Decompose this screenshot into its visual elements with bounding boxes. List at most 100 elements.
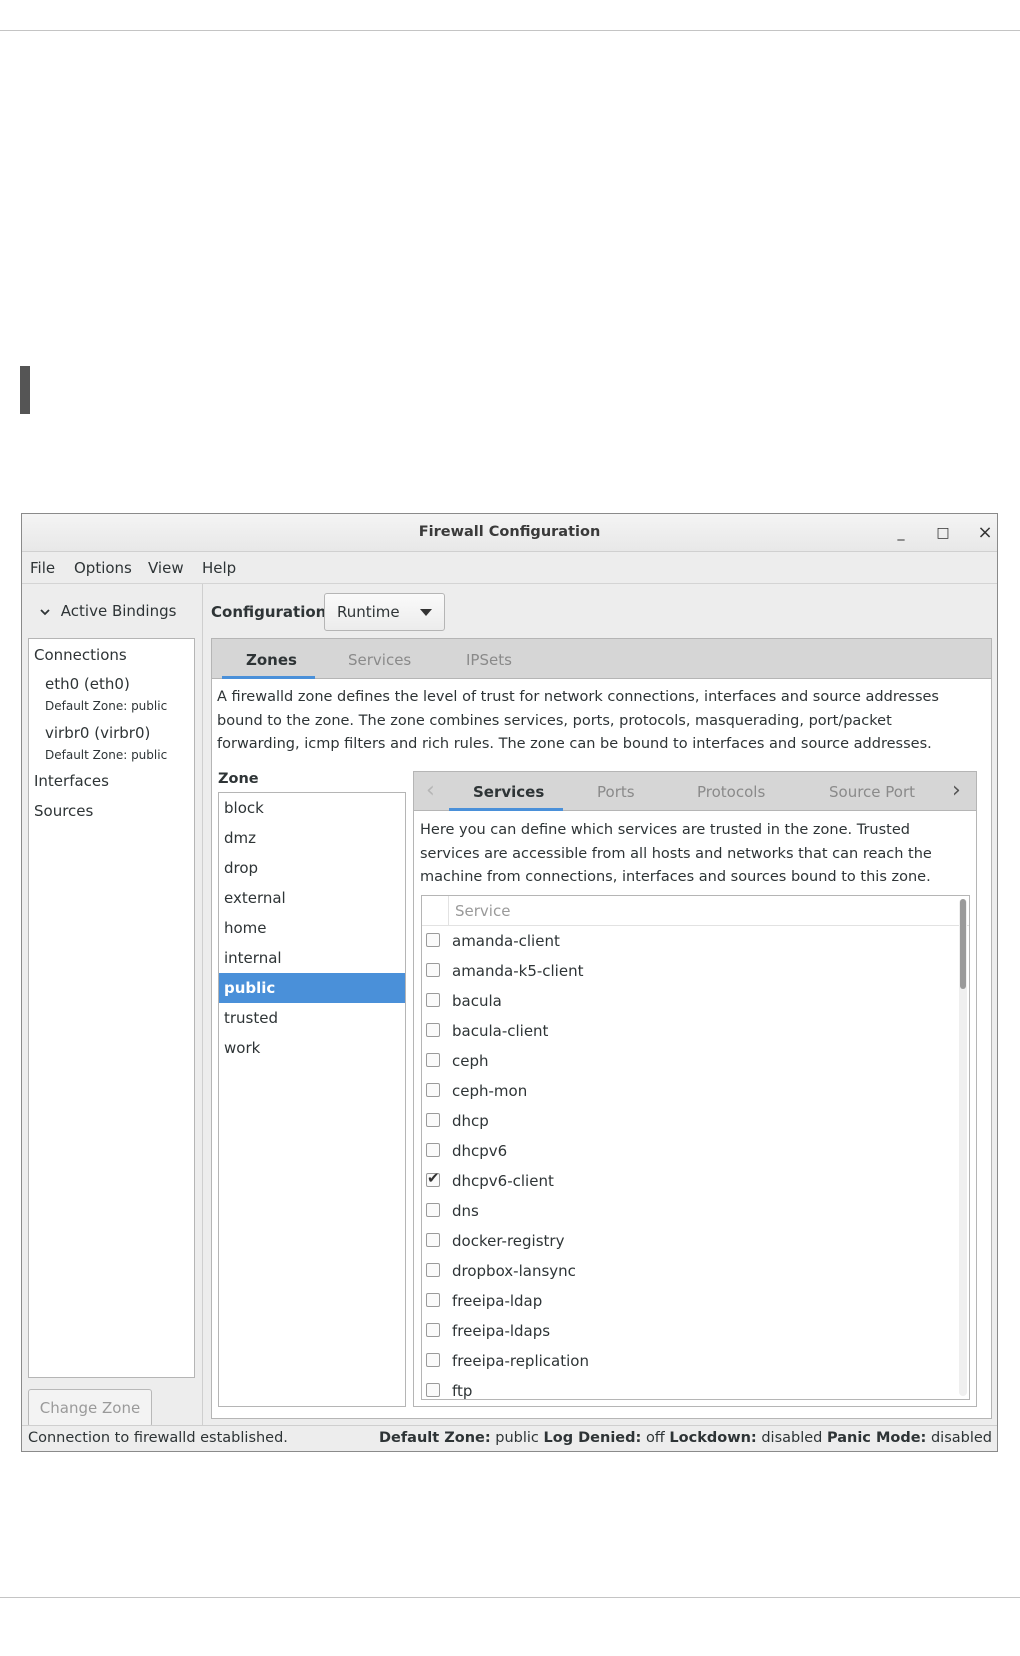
section-marker xyxy=(20,366,30,414)
service-row[interactable]: freeipa-replication xyxy=(422,1347,954,1377)
service-checkbox[interactable] xyxy=(426,1169,440,1187)
tab-zone-protocols[interactable]: Protocols xyxy=(697,783,765,801)
connection-name[interactable]: eth0 (eth0) xyxy=(45,675,130,693)
scrollbar-thumb[interactable] xyxy=(960,899,966,989)
zone-item[interactable]: drop xyxy=(219,853,405,883)
service-column-header[interactable]: Service xyxy=(455,902,510,920)
tab-zone-ports[interactable]: Ports xyxy=(597,783,635,801)
close-button[interactable]: × xyxy=(974,522,996,544)
window-title: Firewall Configuration xyxy=(418,524,601,540)
service-row[interactable]: dhcp xyxy=(422,1107,954,1137)
connections-heading[interactable]: Connections xyxy=(34,646,127,664)
service-row[interactable]: freeipa-ldaps xyxy=(422,1317,954,1347)
sources-heading[interactable]: Sources xyxy=(34,802,93,820)
zone-item[interactable]: work xyxy=(219,1033,405,1063)
zone-item-selected[interactable]: public xyxy=(219,973,405,1003)
tab-zone-services[interactable]: Services xyxy=(473,783,544,801)
service-row[interactable]: dropbox-lansync xyxy=(422,1257,954,1287)
service-checkbox[interactable] xyxy=(426,1143,440,1157)
lockdown-value: disabled xyxy=(761,1430,823,1446)
configuration-value: Runtime xyxy=(337,603,400,621)
service-row[interactable]: dhcpv6-client xyxy=(422,1167,954,1197)
chevron-left-icon[interactable]: ‹ xyxy=(426,778,435,803)
menu-file[interactable]: File xyxy=(30,559,55,577)
service-row[interactable]: ftp xyxy=(422,1377,954,1400)
service-checkbox[interactable] xyxy=(426,1293,440,1307)
service-name: freeipa-ldaps xyxy=(452,1322,551,1340)
service-name: ftp xyxy=(452,1382,473,1400)
zone-item[interactable]: internal xyxy=(219,943,405,973)
active-subtab-indicator xyxy=(449,808,563,811)
configuration-select[interactable]: Runtime xyxy=(324,593,445,631)
connection-zone: Default Zone: public xyxy=(45,748,168,762)
service-checkbox[interactable] xyxy=(426,1023,440,1037)
service-name: freeipa-ldap xyxy=(452,1292,543,1310)
tab-zone-source-port[interactable]: Source Port xyxy=(829,783,915,801)
service-row[interactable]: docker-registry xyxy=(422,1227,954,1257)
tab-ipsets[interactable]: IPSets xyxy=(466,651,512,669)
service-checkbox[interactable] xyxy=(426,933,440,947)
service-checkbox[interactable] xyxy=(426,1203,440,1217)
service-name: bacula-client xyxy=(452,1022,549,1040)
service-name: docker-registry xyxy=(452,1232,565,1250)
minimize-button[interactable]: _ xyxy=(890,522,912,544)
service-name: ceph xyxy=(452,1052,489,1070)
service-name: amanda-client xyxy=(452,932,560,950)
zone-list-label: Zone xyxy=(218,771,259,787)
services-list: Service amanda-client amanda-k5-client bac… xyxy=(421,895,970,1400)
tab-zones[interactable]: Zones xyxy=(246,651,297,669)
service-name: dhcpv6 xyxy=(452,1142,508,1160)
zone-tabs: ‹ Services Ports Protocols Source Port › xyxy=(414,772,976,811)
service-name: amanda-k5-client xyxy=(452,962,584,980)
active-tab-indicator xyxy=(222,676,315,679)
service-checkbox[interactable] xyxy=(426,1113,440,1127)
firewall-window: Firewall Configuration _ □ × File Option… xyxy=(21,513,998,1452)
service-row[interactable]: amanda-k5-client xyxy=(422,957,954,987)
panic-mode-label: Panic Mode: xyxy=(826,1430,927,1446)
zone-item[interactable]: dmz xyxy=(219,823,405,853)
service-row[interactable]: ceph xyxy=(422,1047,954,1077)
service-checkbox[interactable] xyxy=(426,1353,440,1367)
service-checkbox[interactable] xyxy=(426,1383,440,1397)
service-row[interactable]: ceph-mon xyxy=(422,1077,954,1107)
maximize-button[interactable]: □ xyxy=(932,522,954,544)
menu-view[interactable]: View xyxy=(148,559,184,577)
chevron-right-icon[interactable]: › xyxy=(952,778,961,803)
service-name: dropbox-lansync xyxy=(452,1262,576,1280)
service-name: freeipa-replication xyxy=(452,1352,589,1370)
zone-item[interactable]: trusted xyxy=(219,1003,405,1033)
service-checkbox[interactable] xyxy=(426,963,440,977)
service-checkbox[interactable] xyxy=(426,1233,440,1247)
active-bindings-toggle[interactable]: Active Bindings xyxy=(40,602,176,620)
default-zone-value: public xyxy=(495,1430,539,1446)
menu-help[interactable]: Help xyxy=(202,559,236,577)
zone-settings-notebook: ‹ Services Ports Protocols Source Port ›… xyxy=(413,771,977,1407)
service-checkbox[interactable] xyxy=(426,1083,440,1097)
zone-item[interactable]: external xyxy=(219,883,405,913)
service-row[interactable]: bacula-client xyxy=(422,1017,954,1047)
service-checkbox[interactable] xyxy=(426,1323,440,1337)
service-row[interactable]: freeipa-ldap xyxy=(422,1287,954,1317)
service-row[interactable]: amanda-client xyxy=(422,927,954,957)
service-checkbox[interactable] xyxy=(426,1263,440,1277)
menu-options[interactable]: Options xyxy=(74,559,132,577)
log-denied-label: Log Denied: xyxy=(543,1430,642,1446)
services-description: Here you can define which services are t… xyxy=(420,822,932,885)
service-checkbox[interactable] xyxy=(426,993,440,1007)
change-zone-button[interactable]: Change Zone xyxy=(28,1389,152,1427)
services-scrollbar[interactable] xyxy=(959,899,967,1396)
service-checkbox[interactable] xyxy=(426,1053,440,1067)
service-name: ceph-mon xyxy=(452,1082,528,1100)
tab-services[interactable]: Services xyxy=(348,651,411,669)
connection-name[interactable]: virbr0 (virbr0) xyxy=(45,724,150,742)
service-row[interactable]: bacula xyxy=(422,987,954,1017)
service-name: dhcpv6-client xyxy=(452,1172,554,1190)
panic-mode-value: disabled xyxy=(930,1430,992,1446)
zone-item[interactable]: home xyxy=(219,913,405,943)
zone-list: block dmz drop external home internal pu… xyxy=(218,792,406,1407)
service-row[interactable]: dns xyxy=(422,1197,954,1227)
interfaces-heading[interactable]: Interfaces xyxy=(34,772,109,790)
service-name: dhcp xyxy=(452,1112,489,1130)
zone-item[interactable]: block xyxy=(219,793,405,823)
service-row[interactable]: dhcpv6 xyxy=(422,1137,954,1167)
